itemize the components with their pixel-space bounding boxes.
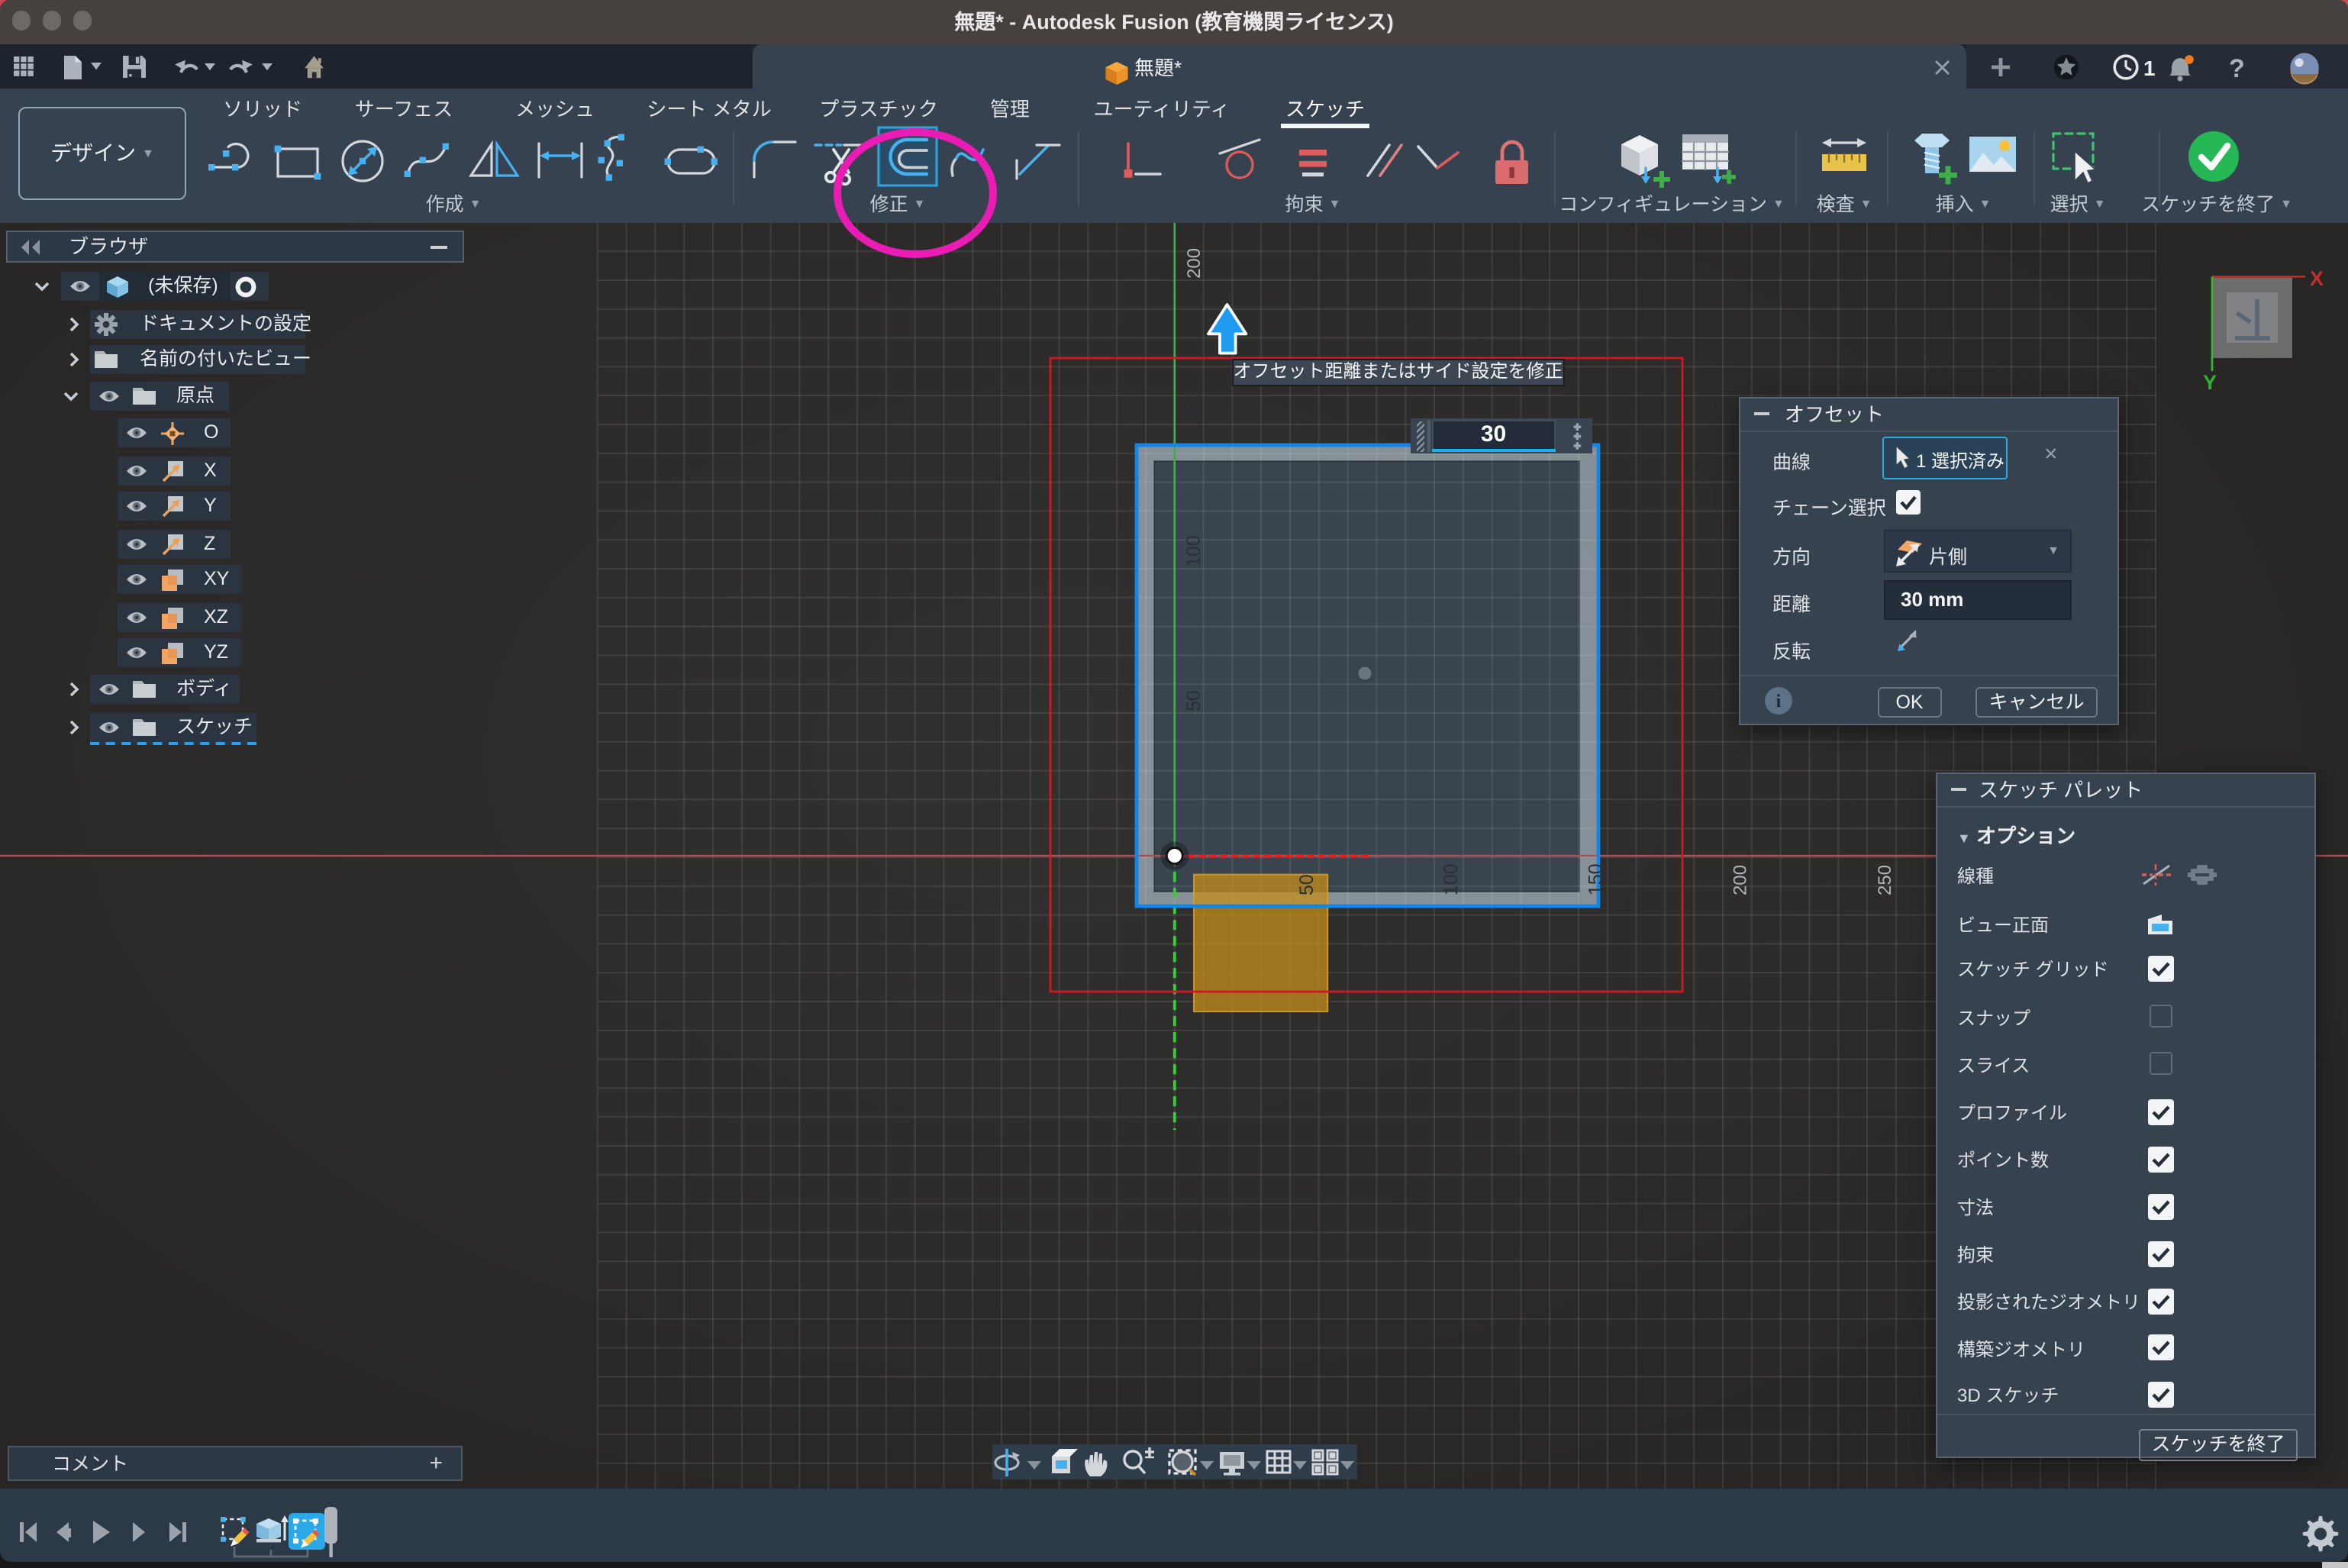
svg-text:100: 100 <box>1440 863 1462 895</box>
svg-text:X: X <box>2310 266 2324 289</box>
svg-text:200: 200 <box>1730 864 1751 895</box>
svg-text:50: 50 <box>1296 873 1318 895</box>
svg-text:150: 150 <box>1585 863 1606 895</box>
svg-text:無題*: 無題* <box>1134 56 1182 79</box>
svg-text:Y: Y <box>2203 370 2217 393</box>
svg-text:100: 100 <box>1183 534 1205 566</box>
svg-text:250: 250 <box>1875 864 1895 895</box>
svg-text:?: ? <box>2229 53 2245 82</box>
svg-text:50: 50 <box>1183 689 1205 711</box>
svg-text:150: 150 <box>1183 390 1205 422</box>
svg-text:1: 1 <box>2143 56 2156 79</box>
svg-text:200: 200 <box>1184 247 1205 278</box>
